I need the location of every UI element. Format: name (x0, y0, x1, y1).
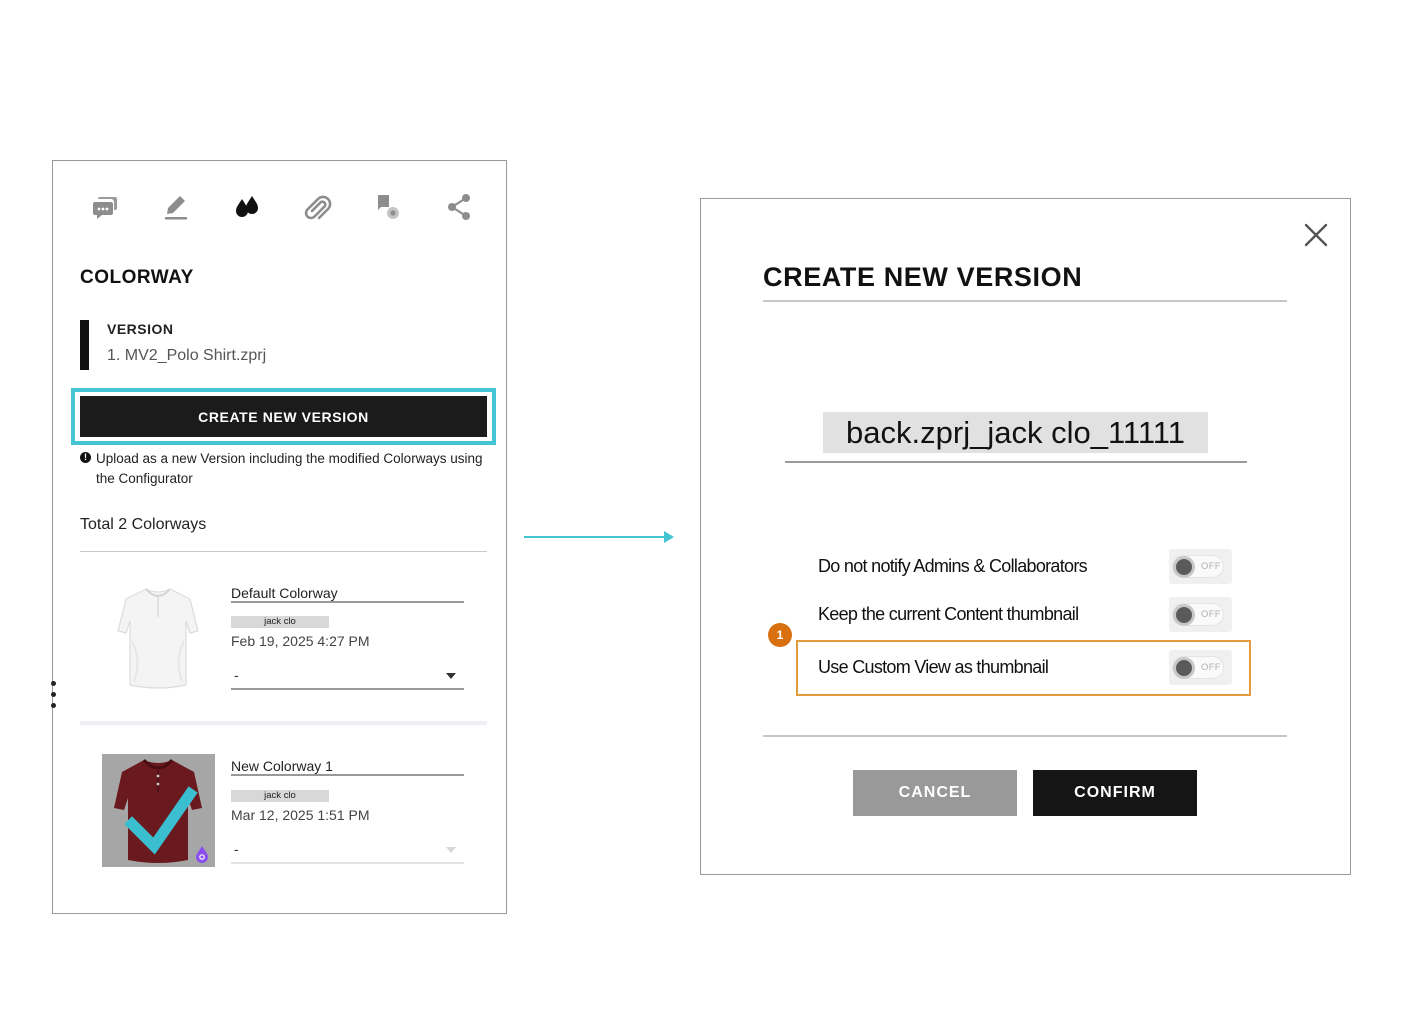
attachment-icon[interactable] (302, 191, 334, 223)
colorway-item[interactable]: Default Colorway jack clo Feb 19, 2025 4… (80, 581, 487, 701)
colorway-separator (80, 721, 487, 725)
option-label: Do not notify Admins & Collaborators (818, 556, 1088, 576)
version-name-input[interactable] (823, 412, 1208, 453)
footer-divider (763, 735, 1287, 737)
version-file-name: 1. MV2_Polo Shirt.zprj (107, 347, 267, 364)
total-colorways-label: Total 2 Colorways (80, 516, 207, 533)
select-underline (231, 862, 464, 864)
info-text: Upload as a new Version including the mo… (96, 451, 483, 486)
version-accent-bar (80, 320, 89, 370)
chevron-down-icon[interactable] (446, 673, 456, 679)
panel-title: COLORWAY (80, 267, 194, 288)
owner-tag: jack clo (231, 616, 329, 628)
toggle-state: OFF (1201, 662, 1221, 673)
colorway-select-value[interactable]: - (234, 667, 239, 683)
owner-tag: jack clo (231, 790, 329, 802)
toggle-knob (1173, 657, 1195, 679)
keep-thumbnail-toggle[interactable]: OFF (1169, 597, 1232, 632)
toggle-knob (1173, 604, 1195, 626)
cancel-button[interactable]: CANCEL (853, 770, 1017, 816)
toggle-knob (1173, 556, 1195, 578)
select-underline (231, 688, 464, 690)
option-label: Keep the current Content thumbnail (818, 604, 1079, 624)
pin-icon[interactable] (372, 191, 404, 223)
create-new-version-dialog: CREATE NEW VERSION Do not notify Admins … (700, 198, 1351, 875)
custom-view-toggle[interactable]: OFF (1169, 650, 1232, 685)
dialog-title: CREATE NEW VERSION (763, 262, 1083, 292)
colorway-drops-icon[interactable] (231, 191, 263, 223)
divider (80, 551, 487, 552)
arrow-head-icon (664, 531, 674, 543)
colorway-name-underline (231, 774, 464, 776)
white-shirt-thumbnail (117, 588, 199, 689)
version-block: VERSION 1. MV2_Polo Shirt.zprj (80, 320, 460, 370)
colorway-panel: COLORWAY VERSION 1. MV2_Polo Shirt.zprj … (49, 160, 507, 914)
version-label: VERSION (107, 321, 174, 337)
toggle-state: OFF (1201, 561, 1221, 572)
chevron-down-icon[interactable] (446, 847, 456, 853)
colorway-name[interactable]: Default Colorway (231, 585, 338, 601)
colorway-name-underline (231, 601, 464, 603)
notify-toggle[interactable]: OFF (1169, 549, 1232, 584)
create-new-version-button[interactable]: CREATE NEW VERSION (80, 396, 487, 437)
panel-toolbar (53, 191, 506, 225)
step-badge: 1 (768, 623, 792, 647)
edit-icon[interactable] (160, 191, 192, 223)
toggle-state: OFF (1201, 609, 1221, 620)
maroon-shirt-thumbnail (102, 754, 215, 867)
info-icon: ! (80, 452, 91, 463)
colorway-select-value[interactable]: - (234, 841, 239, 857)
colorway-date: Mar 12, 2025 1:51 PM (231, 807, 370, 823)
share-icon[interactable] (443, 191, 475, 223)
more-options-icon[interactable] (49, 681, 57, 713)
colorway-date: Feb 19, 2025 4:27 PM (231, 633, 370, 649)
confirm-button[interactable]: CONFIRM (1033, 770, 1197, 816)
colorway-name[interactable]: New Colorway 1 (231, 758, 333, 774)
colorway-item[interactable]: New Colorway 1 jack clo Mar 12, 2025 1:5… (80, 754, 487, 874)
title-divider (763, 300, 1287, 302)
comments-icon[interactable] (90, 191, 122, 223)
name-underline (785, 461, 1247, 463)
flow-arrow (524, 536, 667, 538)
option-label: Use Custom View as thumbnail (818, 657, 1049, 677)
close-icon[interactable] (1301, 220, 1331, 250)
